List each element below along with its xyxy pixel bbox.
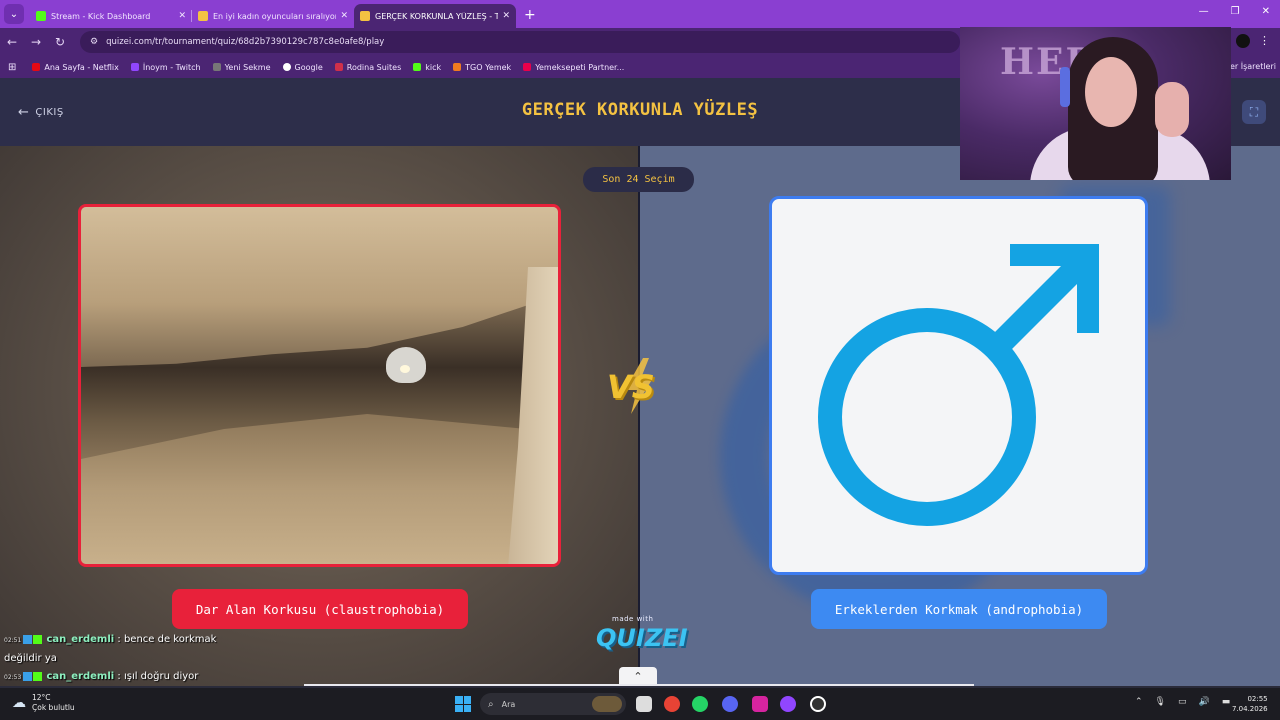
fullscreen-button[interactable]: ⛶ — [1242, 100, 1266, 124]
streamer-hand — [1155, 82, 1189, 137]
network-icon[interactable]: ▭ — [1178, 697, 1187, 707]
url-field[interactable]: ⚙ quizei.com/tr/tournament/quiz/68d2b739… — [80, 31, 960, 53]
chevron-up-icon[interactable]: ⌃ — [1135, 697, 1143, 707]
right-option-image[interactable] — [769, 196, 1148, 575]
close-window-icon[interactable]: ✕ — [1262, 6, 1270, 17]
obs-icon[interactable] — [810, 696, 826, 712]
fullscreen-icon: ⛶ — [1249, 104, 1259, 119]
tab-kick-dashboard[interactable]: Stream - Kick Dashboard ✕ — [30, 4, 192, 28]
taskbar-clock[interactable]: 02:55 7.04.2026 — [1232, 694, 1268, 714]
restore-icon[interactable]: ❐ — [1231, 6, 1240, 17]
new-tab-button[interactable]: + — [524, 7, 536, 23]
bookmark-kick[interactable]: kick — [413, 63, 441, 72]
horizontal-scrollbar[interactable] — [304, 684, 974, 686]
close-tab-icon[interactable]: ✕ — [340, 11, 348, 21]
instagram-icon[interactable] — [752, 696, 768, 712]
apps-icon[interactable]: ⊞ — [8, 62, 16, 73]
matchup-stage: Son 24 Seçim VS Dar Alan Korkusu (claust… — [0, 146, 1280, 686]
discord-icon[interactable] — [722, 696, 738, 712]
kick-icon — [36, 11, 46, 21]
tab-search-button[interactable]: ⌄ — [4, 4, 24, 24]
bookmark-yemeksepeti[interactable]: Yemeksepeti Partner... — [523, 63, 624, 72]
window-controls: — ❐ ✕ — [1199, 6, 1270, 17]
bookmarks-folder[interactable]: Yer İşaretleri — [1226, 62, 1276, 71]
left-option-button[interactable]: Dar Alan Korkusu (claustrophobia) — [172, 589, 468, 629]
chrome-icon[interactable] — [664, 696, 680, 712]
tab-ranking[interactable]: En iyi kadın oyuncuları sıralıyor ✕ — [192, 4, 354, 28]
profile-avatar[interactable] — [1236, 34, 1250, 48]
bookmark-tgo[interactable]: TGO Yemek — [453, 63, 511, 72]
cloud-icon: ☁ — [12, 695, 26, 711]
bookmark-rodina[interactable]: Rodina Suites — [334, 63, 401, 72]
volume-icon[interactable]: 🔊 — [1199, 697, 1210, 707]
bookmark-netflix[interactable]: Ana Sayfa - Netflix — [32, 63, 119, 72]
badge-icon — [33, 671, 43, 681]
center-divider — [638, 146, 640, 686]
right-option-button[interactable]: Erkeklerden Korkmak (androphobia) — [811, 589, 1107, 629]
chevron-up-icon: ⌃ — [633, 670, 643, 683]
microphone-icon[interactable]: 🎙 — [1155, 697, 1166, 707]
round-counter-badge: Son 24 Seçim — [583, 167, 694, 192]
bookmark-twitch[interactable]: İnoym - Twitch — [130, 63, 201, 72]
reload-icon[interactable]: ↻ — [48, 35, 72, 49]
left-option-image[interactable] — [78, 204, 561, 567]
tab-quiz-active[interactable]: GERÇEK KORKUNLA YÜZLEŞ - T ✕ — [354, 4, 516, 28]
task-view-icon[interactable] — [636, 696, 652, 712]
twitch-icon[interactable] — [780, 696, 796, 712]
streamer-face — [1085, 57, 1137, 127]
close-tab-icon[interactable]: ✕ — [502, 11, 510, 21]
weather-widget[interactable]: ☁ 12°C Çok bulutlu — [12, 693, 75, 713]
quizei-logo[interactable]: QUIZEI — [596, 624, 688, 652]
badge-icon — [23, 634, 33, 644]
forward-arrow-icon[interactable]: → — [24, 35, 48, 49]
system-tray: ⌃ 🎙 ▭ 🔊 ▬ — [1135, 697, 1230, 707]
quizei-favicon-icon — [360, 11, 370, 21]
chat-message: 02:51 can_erdemli : bence de korkmak değ… — [4, 634, 217, 664]
badge-icon — [23, 671, 33, 681]
headset-icon — [1060, 67, 1070, 107]
vs-badge: VS — [603, 356, 675, 416]
battery-icon[interactable]: ▬ — [1222, 697, 1231, 707]
widget-icon[interactable] — [592, 696, 622, 712]
more-menu-icon[interactable]: ⋮ — [1259, 34, 1270, 47]
whatsapp-icon[interactable] — [692, 696, 708, 712]
windows-taskbar: ☁ 12°C Çok bulutlu ⌕ Ara ⌃ 🎙 ▭ 🔊 ▬ 02:55… — [0, 688, 1280, 720]
back-arrow-icon[interactable]: ← — [0, 35, 24, 49]
minimize-icon[interactable]: — — [1199, 6, 1209, 17]
search-icon: ⌕ — [488, 698, 494, 710]
webcam-overlay: HER — [960, 27, 1231, 180]
caver-figure — [386, 347, 426, 383]
close-tab-icon[interactable]: ✕ — [178, 11, 186, 21]
start-button[interactable] — [455, 696, 471, 712]
bookmark-google[interactable]: Google — [282, 63, 323, 72]
chat-message: 02:53 can_erdemli : ışıl doğru diyor — [4, 671, 199, 682]
browser-tab-bar: ⌄ Stream - Kick Dashboard ✕ En iyi kadın… — [0, 0, 1280, 28]
stream-chat-overlay: 02:51 can_erdemli : bence de korkmak değ… — [4, 631, 244, 687]
male-symbol-icon — [818, 244, 1099, 526]
quizei-favicon-icon — [198, 11, 208, 21]
site-info-icon[interactable]: ⚙ — [90, 37, 98, 47]
bookmark-new-tab[interactable]: Yeni Sekme — [212, 63, 271, 72]
made-with-caption: made with — [612, 615, 654, 623]
badge-icon — [33, 634, 43, 644]
